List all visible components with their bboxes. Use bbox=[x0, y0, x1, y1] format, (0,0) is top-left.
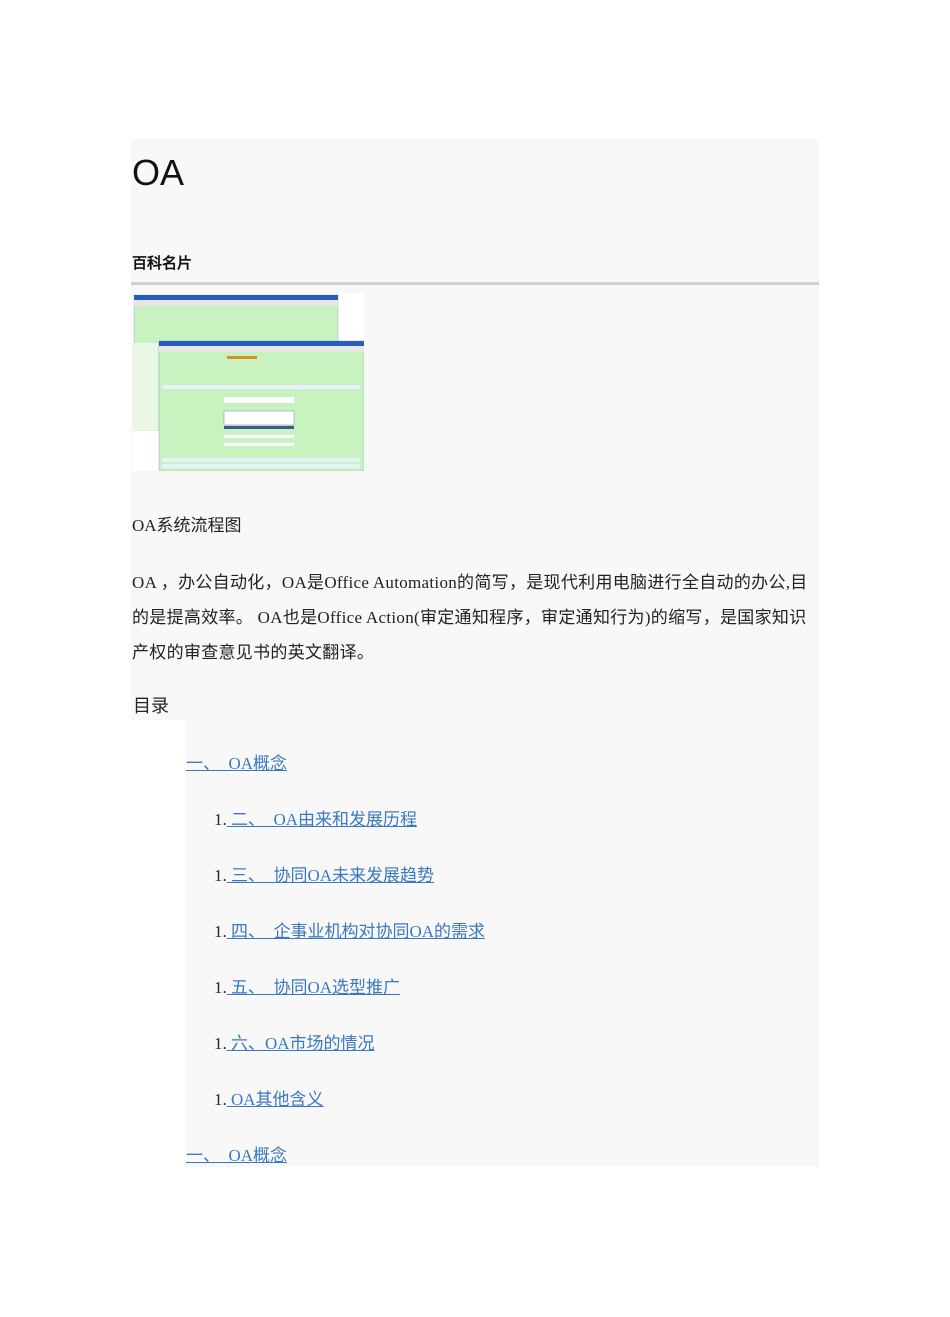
toc-number: 1. bbox=[214, 1034, 227, 1053]
toc-link-other-meanings[interactable]: OA其他含义 bbox=[227, 1090, 324, 1109]
toc-number: 1. bbox=[214, 866, 227, 885]
section-link-concept[interactable]: 一、 OA概念 bbox=[186, 1146, 287, 1165]
page-title: OA bbox=[132, 152, 185, 193]
intro-paragraph: OA ，办公自动化，OA是Office Automation的简写，是现代利用电… bbox=[132, 573, 808, 662]
toc-number: 1. bbox=[214, 810, 227, 829]
divider bbox=[131, 282, 819, 285]
toc-link-needs[interactable]: 四、 企事业机构对协同OA的需求 bbox=[227, 922, 485, 941]
toc-heading: 目录 bbox=[133, 696, 169, 716]
toc-number: 1. bbox=[214, 1090, 227, 1109]
image-caption: OA系统流程图 bbox=[132, 516, 242, 535]
card-heading: 百科名片 bbox=[132, 254, 193, 272]
toc-link-trends[interactable]: 三、 协同OA未来发展趋势 bbox=[227, 866, 434, 885]
toc-link-market[interactable]: 六、OA市场的情况 bbox=[227, 1034, 375, 1053]
toc-number: 1. bbox=[214, 922, 227, 941]
toc-link-concept[interactable]: 一、 OA概念 bbox=[186, 754, 287, 773]
toc-link-history[interactable]: 二、 OA由来和发展历程 bbox=[227, 810, 417, 829]
oa-system-screenshot[interactable] bbox=[132, 293, 364, 471]
toc-number: 1. bbox=[214, 978, 227, 997]
toc-link-selection[interactable]: 五、 协同OA选型推广 bbox=[227, 978, 400, 997]
